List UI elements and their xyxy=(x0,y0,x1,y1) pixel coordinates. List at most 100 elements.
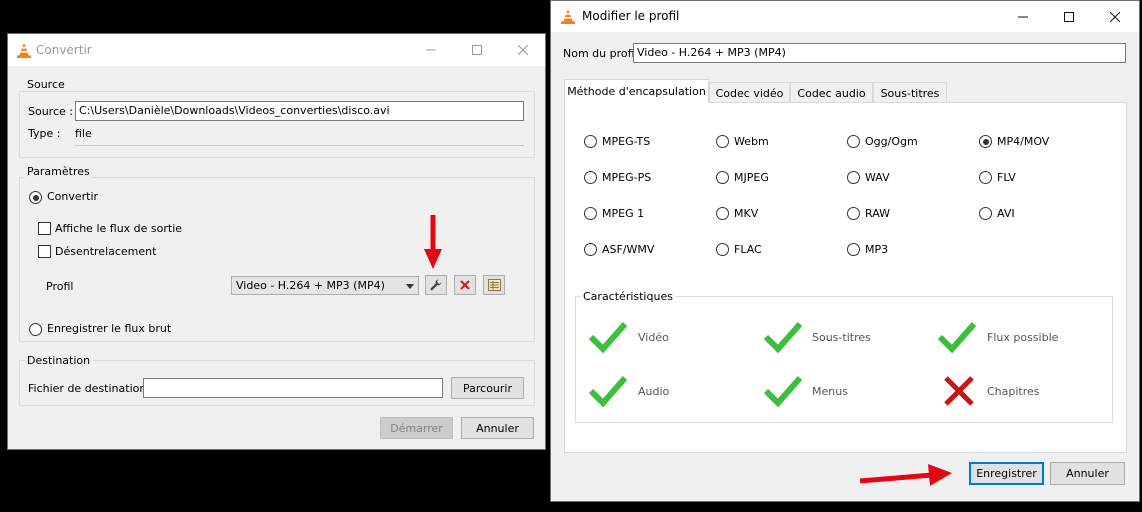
start-button[interactable]: Démarrer xyxy=(380,417,453,439)
cross-icon xyxy=(944,376,974,406)
type-value: file xyxy=(75,127,92,140)
encapsulation-panel: MPEG-TS Webm Ogg/Ogm MP4/MOV MPEG-PS MJP… xyxy=(564,102,1127,453)
format-radio-mkv[interactable] xyxy=(716,207,729,220)
format-label-wav: WAV xyxy=(865,171,890,184)
profile-window-title: Modifier le profil xyxy=(582,9,680,23)
vlc-cone-icon xyxy=(17,43,31,61)
format-radio-mpeg-ps[interactable] xyxy=(584,171,597,184)
maximize-button[interactable] xyxy=(1046,1,1092,32)
profile-titlebar[interactable]: Modifier le profil xyxy=(551,1,1139,32)
format-radio-wav[interactable] xyxy=(847,171,860,184)
source-label: Source : xyxy=(28,105,73,118)
convert-cancel-button[interactable]: Annuler xyxy=(461,417,534,439)
format-label-ogg: Ogg/Ogm xyxy=(865,135,918,148)
format-radio-flv[interactable] xyxy=(979,171,992,184)
deinterlace-checkbox[interactable] xyxy=(38,245,51,258)
tab-video-codec[interactable]: Codec vidéo xyxy=(709,82,790,103)
feature-label-audio: Audio xyxy=(638,385,670,398)
format-label-raw: RAW xyxy=(865,207,890,220)
format-radio-mpeg1[interactable] xyxy=(584,207,597,220)
check-icon xyxy=(763,322,803,354)
deinterlace-label: Désentrelacement xyxy=(55,245,157,258)
raw-dump-radio[interactable] xyxy=(29,323,42,336)
format-radio-ogg[interactable] xyxy=(847,135,860,148)
profile-select-value: Video - H.264 + MP3 (MP4) xyxy=(236,279,385,292)
new-profile-icon xyxy=(487,279,501,291)
annotation-arrow-down xyxy=(424,215,442,269)
check-icon xyxy=(588,322,628,354)
format-radio-mp3[interactable] xyxy=(847,243,860,256)
minimize-button[interactable] xyxy=(408,34,454,66)
format-radio-mjpeg[interactable] xyxy=(716,171,729,184)
format-label-flv: FLV xyxy=(997,171,1016,184)
format-label-mpeg1: MPEG 1 xyxy=(602,207,645,220)
format-label-mkv: MKV xyxy=(734,207,759,220)
show-output-checkbox[interactable] xyxy=(38,222,51,235)
close-icon xyxy=(1110,11,1120,22)
format-label-avi: AVI xyxy=(997,207,1015,220)
format-label-flac: FLAC xyxy=(734,243,762,256)
format-label-mp4: MP4/MOV xyxy=(997,135,1050,148)
delete-profile-button[interactable] xyxy=(454,275,476,295)
feature-label-video: Vidéo xyxy=(638,331,669,344)
format-radio-avi[interactable] xyxy=(979,207,992,220)
format-radio-mpeg-ts[interactable] xyxy=(584,135,597,148)
format-label-mp3: MP3 xyxy=(865,243,889,256)
destination-file-input[interactable] xyxy=(143,378,443,398)
save-button[interactable]: Enregistrer xyxy=(969,462,1044,485)
feature-label-chapters: Chapitres xyxy=(987,385,1040,398)
tab-encapsulation[interactable]: Méthode d'encapsulation xyxy=(564,79,709,103)
tab-subtitles[interactable]: Sous-titres xyxy=(873,82,947,103)
format-radio-flac[interactable] xyxy=(716,243,729,256)
format-label-mpeg-ps: MPEG-PS xyxy=(602,171,652,184)
minimize-icon xyxy=(1018,16,1028,17)
convert-window-title: Convertir xyxy=(36,43,92,57)
feature-label-streamable: Flux possible xyxy=(987,331,1059,344)
vlc-cone-icon xyxy=(561,9,575,27)
close-button[interactable] xyxy=(1092,1,1138,32)
maximize-button[interactable] xyxy=(454,34,500,66)
profile-name-input[interactable]: Video - H.264 + MP3 (MP4) xyxy=(633,43,1126,63)
profile-select[interactable]: Video - H.264 + MP3 (MP4) xyxy=(231,276,419,295)
close-button[interactable] xyxy=(500,34,546,66)
browse-button[interactable]: Parcourir xyxy=(451,377,524,399)
convert-window: Convertir Source Source : C:\Users\Daniè… xyxy=(7,33,546,450)
minimize-button[interactable] xyxy=(1000,1,1046,32)
convert-radio[interactable] xyxy=(29,191,42,204)
features-group-title: Caractéristiques xyxy=(581,290,675,303)
source-group-title: Source xyxy=(25,78,67,91)
format-radio-asf[interactable] xyxy=(584,243,597,256)
feature-label-menus: Menus xyxy=(812,385,848,398)
destination-group-title: Destination xyxy=(25,354,93,367)
profile-window: Modifier le profil Nom du profil Video -… xyxy=(550,0,1140,502)
check-icon xyxy=(588,376,628,408)
delete-icon xyxy=(460,280,470,290)
tab-audio-codec[interactable]: Codec audio xyxy=(790,82,873,103)
minimize-icon xyxy=(426,49,436,51)
close-icon xyxy=(518,45,528,55)
edit-profile-button[interactable] xyxy=(425,275,447,295)
maximize-icon xyxy=(1064,11,1074,22)
format-label-mjpeg: MJPEG xyxy=(734,171,769,184)
convert-titlebar[interactable]: Convertir xyxy=(8,34,545,66)
check-icon xyxy=(763,376,803,408)
profile-cancel-button[interactable]: Annuler xyxy=(1050,462,1125,485)
source-divider xyxy=(75,145,524,146)
annotation-arrow-right xyxy=(859,464,952,486)
format-radio-webm[interactable] xyxy=(716,135,729,148)
new-profile-button[interactable] xyxy=(483,275,505,295)
maximize-icon xyxy=(472,45,482,55)
format-radio-raw[interactable] xyxy=(847,207,860,220)
wrench-icon xyxy=(430,279,442,291)
source-path-field[interactable]: C:\Users\Danièle\Downloads\Videos_conver… xyxy=(75,101,524,121)
format-label-mpeg-ts: MPEG-TS xyxy=(602,135,651,148)
type-label: Type : xyxy=(28,127,61,140)
features-group xyxy=(575,296,1113,423)
check-icon xyxy=(937,322,977,354)
convert-radio-label: Convertir xyxy=(47,190,99,203)
profile-label: Profil xyxy=(46,280,74,293)
format-radio-mp4[interactable] xyxy=(979,135,992,148)
profile-name-label: Nom du profil xyxy=(563,47,638,60)
feature-label-subtitles: Sous-titres xyxy=(812,331,871,344)
show-output-label: Affiche le flux de sortie xyxy=(55,222,183,235)
